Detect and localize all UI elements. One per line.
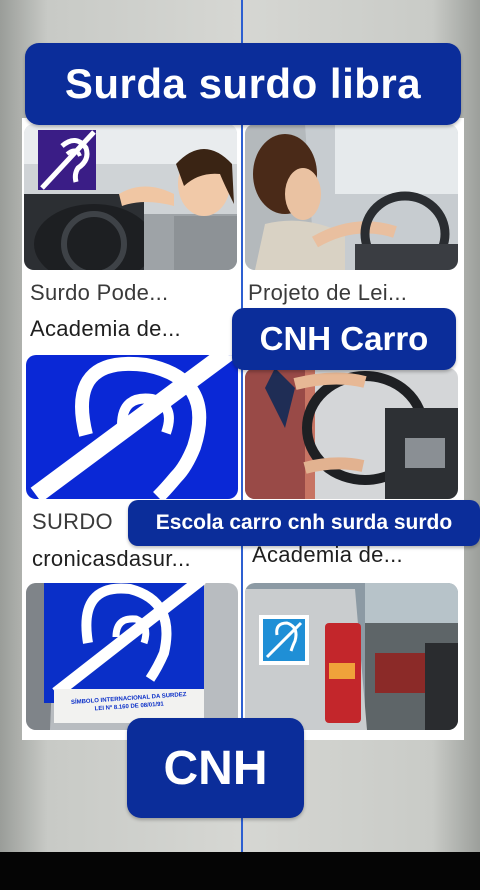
result-1-title[interactable]: Surdo Pode... bbox=[30, 280, 168, 306]
result-image-2[interactable] bbox=[245, 124, 458, 270]
escola-banner: Escola carro cnh surda surdo bbox=[128, 500, 480, 546]
cnh-banner: CNH bbox=[127, 718, 304, 818]
result-image-6[interactable] bbox=[245, 583, 458, 730]
title-banner: Surda surdo libra bbox=[25, 43, 461, 125]
result-3-title[interactable]: SURDO bbox=[32, 509, 113, 535]
result-image-1[interactable] bbox=[24, 124, 237, 270]
result-image-5[interactable]: SÍMBOLO INTERNACIONAL DA SURDEZ LEI Nº 8… bbox=[26, 583, 238, 730]
result-image-4[interactable] bbox=[245, 368, 458, 499]
result-image-3[interactable] bbox=[26, 355, 238, 499]
result-3-source: cronicasdasur... bbox=[32, 546, 191, 571]
result-1-source: Academia de... bbox=[30, 316, 181, 341]
result-2-title[interactable]: Projeto de Lei... bbox=[248, 280, 407, 306]
bottom-bar bbox=[0, 852, 480, 890]
cnh-carro-banner: CNH Carro bbox=[232, 308, 456, 370]
